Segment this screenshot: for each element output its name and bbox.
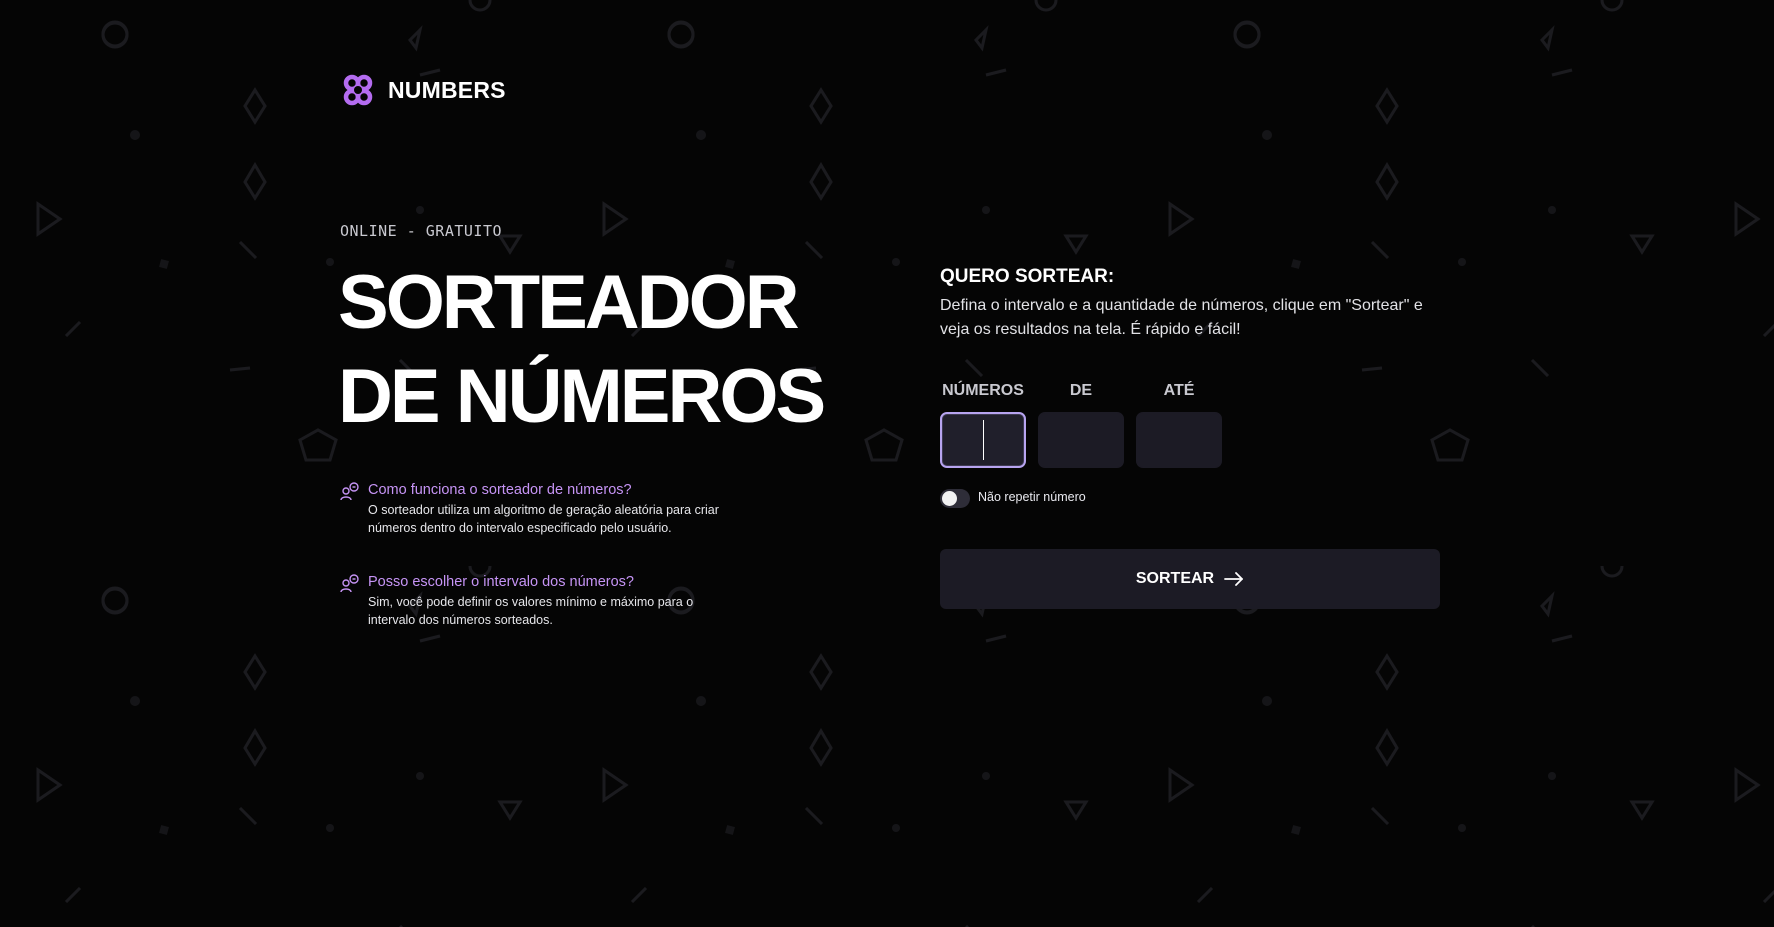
brand-logo[interactable]: NUMBERS	[340, 72, 506, 108]
no-repeat-label[interactable]: Não repetir número	[978, 490, 1086, 504]
faq-item: Como funciona o sorteador de números? O …	[340, 480, 780, 537]
page: NUMBERS ONLINE - GRATUITO SORTEADOR DE N…	[0, 0, 1774, 927]
faq-answer: O sorteador utiliza um algoritmo de gera…	[368, 503, 719, 535]
faq-answer: Sim, você pode definir os valores mínimo…	[368, 595, 694, 627]
draw-button[interactable]: SORTEAR	[940, 549, 1440, 609]
form-title: QUERO SORTEAR:	[940, 266, 1115, 287]
hero-eyebrow: ONLINE - GRATUITO	[340, 222, 503, 240]
from-field-label: DE	[1069, 382, 1093, 399]
petal-knot-icon	[343, 74, 373, 106]
brand-name: NUMBERS	[388, 76, 506, 103]
arrow-right-icon	[1224, 572, 1244, 586]
page-title-line-1: SORTEADOR	[338, 260, 800, 345]
chat-people-icon	[340, 482, 359, 501]
page-title: SORTEADOR DE NÚMEROS	[338, 256, 838, 444]
range-to-input[interactable]	[1136, 412, 1222, 468]
page-title-line-2: DE NÚMEROS	[338, 354, 826, 439]
text-caret	[983, 420, 984, 460]
draw-button-label: SORTEAR	[1135, 570, 1215, 587]
faq-question: Como funciona o sorteador de números?	[368, 482, 632, 498]
form-description: Defina o intervalo e a quantidade de núm…	[940, 297, 1423, 338]
chat-people-icon	[340, 574, 359, 593]
to-field-label: ATÉ	[1163, 382, 1195, 399]
toggle-knob	[942, 491, 957, 506]
range-from-input[interactable]	[1038, 412, 1124, 468]
faq-item: Posso escolher o intervalo dos números? …	[340, 572, 780, 629]
no-repeat-toggle[interactable]	[940, 489, 970, 508]
faq-question: Posso escolher o intervalo dos números?	[368, 574, 634, 590]
numbers-field-label: NÚMEROS	[942, 382, 1024, 399]
